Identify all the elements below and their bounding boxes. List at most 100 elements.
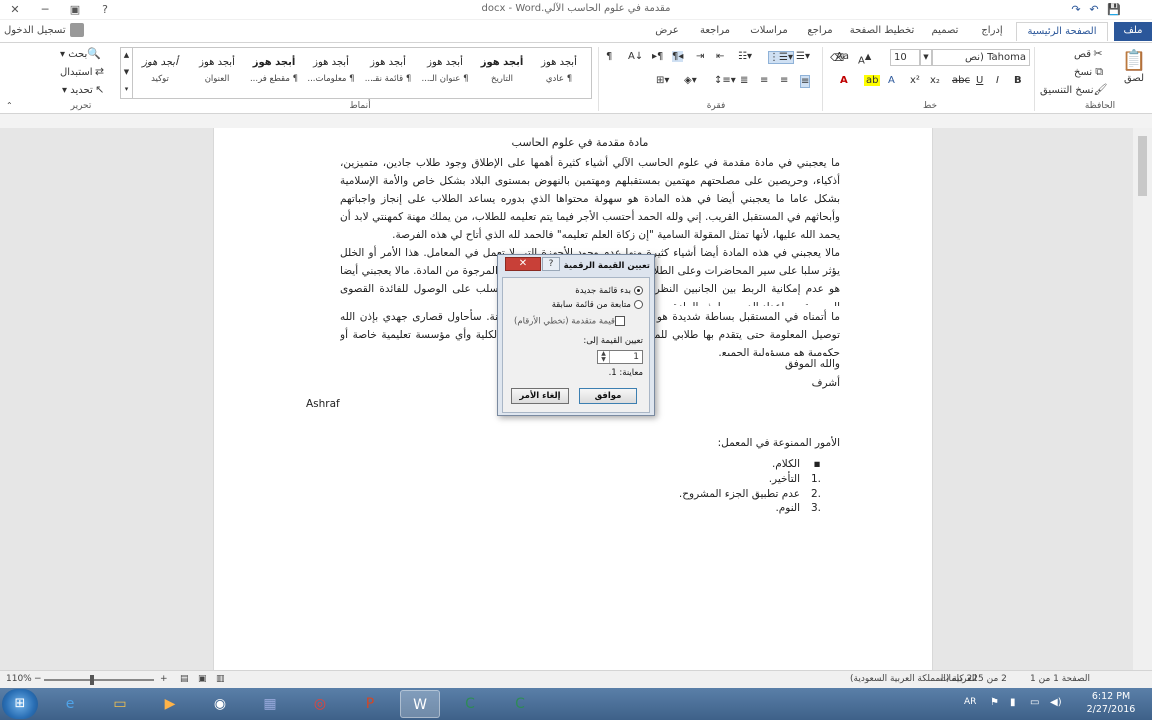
network-icon[interactable]: ▮ bbox=[1010, 697, 1016, 708]
scroll-thumb[interactable] bbox=[1138, 136, 1147, 196]
select-button[interactable]: ↖تحديد ▾ bbox=[62, 83, 107, 97]
dialog-help-button[interactable]: ? bbox=[542, 257, 560, 271]
input-language[interactable]: AR bbox=[964, 697, 976, 707]
style-item[interactable]: أبجد هوز ¶ مقطع فر... bbox=[246, 50, 302, 96]
flag-icon[interactable]: ⚑ bbox=[990, 697, 999, 708]
increase-indent-icon[interactable]: ⇥ bbox=[696, 51, 704, 62]
subscript-icon[interactable]: x₂ bbox=[930, 75, 940, 86]
undo-icon[interactable]: ↶ bbox=[1086, 2, 1102, 18]
style-item[interactable]: أبجد هوز التاريخ bbox=[474, 50, 530, 96]
borders-icon[interactable]: ⊞▾ bbox=[656, 75, 669, 86]
style-item[interactable]: أبجد هوز ¶ قائمة نقـ... bbox=[360, 50, 416, 96]
start-button[interactable]: ⊞ bbox=[2, 689, 38, 719]
sort-icon[interactable]: A↓ bbox=[628, 51, 643, 62]
radio-selected[interactable] bbox=[634, 286, 643, 295]
font-name-box[interactable]: Tahoma (نص bbox=[932, 49, 1030, 66]
chrome-icon[interactable]: ◎ bbox=[300, 690, 340, 718]
font-name-dropdown-icon[interactable]: ▼ bbox=[920, 49, 932, 66]
collapse-ribbon-icon[interactable]: ⌃ bbox=[6, 101, 13, 110]
bullets-icon[interactable]: ☰▾ bbox=[796, 51, 810, 62]
view-print-icon[interactable]: ▣ bbox=[198, 674, 207, 684]
camtasia-icon[interactable]: C bbox=[450, 690, 490, 718]
format-painter-button[interactable]: 🖌نسخ التنسيق bbox=[1040, 83, 1107, 97]
language-indicator[interactable]: العربية (المملكة العربية السعودية) bbox=[850, 674, 977, 684]
replace-button[interactable]: ⇄استبدال bbox=[60, 65, 107, 79]
tab-references[interactable]: مراجع bbox=[798, 22, 842, 41]
zoom-out-icon[interactable]: − bbox=[34, 674, 42, 684]
save-icon[interactable]: 💾 bbox=[1106, 2, 1122, 18]
shading-icon[interactable]: ◈▾ bbox=[684, 75, 697, 86]
view-read-icon[interactable]: ▥ bbox=[216, 674, 225, 684]
italic-icon[interactable]: I bbox=[996, 75, 999, 86]
cut-button[interactable]: ✂قص bbox=[1074, 47, 1105, 61]
ltr-direction-icon[interactable]: ▸¶ bbox=[652, 51, 663, 62]
tab-layout[interactable]: تخطيط الصفحة bbox=[846, 22, 918, 41]
bold-icon[interactable]: B bbox=[1014, 75, 1022, 86]
tab-review[interactable]: مراجعة bbox=[690, 22, 740, 41]
highlight-icon[interactable]: ab bbox=[864, 75, 881, 86]
justify-icon[interactable]: ≣ bbox=[740, 75, 748, 86]
line-spacing-icon[interactable]: ↕≡▾ bbox=[714, 75, 736, 86]
align-left-icon[interactable]: ≡ bbox=[760, 75, 768, 86]
minimize-button[interactable]: ─ bbox=[30, 0, 60, 20]
tab-mailings[interactable]: مراسلات bbox=[744, 22, 794, 41]
numbering-icon[interactable]: ⋮☰▾ bbox=[768, 51, 794, 64]
font-color-icon[interactable]: A bbox=[840, 75, 848, 86]
ribbon-display-button[interactable]: ▣ bbox=[60, 0, 90, 20]
zoom-slider[interactable] bbox=[44, 679, 154, 681]
superscript-icon[interactable]: x² bbox=[910, 75, 920, 86]
close-button[interactable]: ✕ bbox=[0, 0, 30, 20]
powerpoint-icon[interactable]: P bbox=[350, 690, 390, 718]
multilevel-list-icon[interactable]: ☷▾ bbox=[738, 51, 752, 62]
align-center-icon[interactable]: ≡ bbox=[780, 75, 788, 86]
system-clock[interactable]: 6:12 PM 2/27/2016 bbox=[1076, 690, 1146, 716]
view-web-icon[interactable]: ▤ bbox=[180, 674, 189, 684]
camtasia-recorder-icon[interactable]: C bbox=[500, 690, 540, 718]
find-button[interactable]: 🔍بحث ▾ bbox=[60, 47, 101, 61]
tab-insert[interactable]: إدراج bbox=[972, 22, 1012, 41]
decrease-indent-icon[interactable]: ⇤ bbox=[716, 51, 724, 62]
battery-icon[interactable]: ▭ bbox=[1030, 697, 1039, 708]
word-icon[interactable]: W bbox=[400, 690, 440, 718]
font-size-box[interactable]: 10 bbox=[890, 49, 920, 66]
copy-button[interactable]: ⧉نسخ bbox=[1074, 65, 1106, 79]
advance-value-checkbox[interactable] bbox=[615, 316, 625, 326]
show-marks-icon[interactable]: ¶ bbox=[606, 51, 612, 62]
style-item[interactable]: أبجد هوز توكيد bbox=[132, 50, 188, 96]
tab-view[interactable]: عرض bbox=[648, 22, 686, 41]
ie-icon[interactable]: e bbox=[50, 690, 90, 718]
style-item[interactable]: أبجد هوز ¶ معلومات... bbox=[303, 50, 359, 96]
radio-unselected[interactable] bbox=[634, 300, 643, 309]
style-item[interactable]: أبجد هوز ¶ عادي bbox=[531, 50, 587, 96]
tab-design[interactable]: تصميم bbox=[922, 22, 968, 41]
page-count[interactable]: الصفحة 1 من 1 bbox=[1030, 674, 1090, 684]
folder-icon[interactable]: ▭ bbox=[100, 690, 140, 718]
redo-icon[interactable]: ↷ bbox=[1068, 2, 1084, 18]
spin-buttons[interactable]: ▲ ▼ bbox=[598, 351, 610, 363]
vertical-scrollbar[interactable] bbox=[1133, 128, 1152, 670]
style-item[interactable]: أبجد هوز ¶ عنوان الـ... bbox=[417, 50, 473, 96]
text-effects-icon[interactable]: A bbox=[888, 75, 895, 86]
clear-formatting-icon[interactable]: ⌫ bbox=[830, 53, 844, 64]
help-button[interactable]: ? bbox=[90, 0, 120, 20]
style-item[interactable]: أبجد هوز العنوان bbox=[189, 50, 245, 96]
app-icon-2[interactable]: ▦ bbox=[250, 690, 290, 718]
tab-home[interactable]: الصفحة الرئيسية bbox=[1016, 22, 1108, 41]
strikethrough-icon[interactable]: abc bbox=[952, 75, 970, 86]
start-new-list-option[interactable]: بدء قائمة جديدة bbox=[575, 286, 643, 296]
zoom-level[interactable]: 110% bbox=[6, 674, 32, 684]
continue-list-option[interactable]: متابعة من قائمة سابقة bbox=[552, 300, 643, 310]
dialog-close-button[interactable]: ✕ bbox=[505, 257, 541, 271]
paste-button[interactable]: 📋 لصق bbox=[1120, 47, 1148, 84]
advance-value-option[interactable]: قيمة متقدمة (تخطي الأرقام) bbox=[514, 316, 629, 327]
styles-scroll[interactable]: ▲ ▼ ▾ bbox=[121, 47, 133, 99]
grow-font-icon[interactable]: A▲ bbox=[858, 51, 871, 66]
cancel-button[interactable]: إلغاء الأمر bbox=[511, 388, 569, 404]
volume-icon[interactable]: ◀) bbox=[1050, 697, 1062, 708]
underline-icon[interactable]: U bbox=[976, 75, 983, 86]
ok-button[interactable]: موافق bbox=[579, 388, 637, 404]
zoom-in-icon[interactable]: + bbox=[160, 674, 168, 684]
signin-link[interactable]: تسجيل الدخول bbox=[4, 22, 84, 40]
tab-file[interactable]: ملف bbox=[1114, 22, 1152, 41]
app-icon[interactable]: ◉ bbox=[200, 690, 240, 718]
